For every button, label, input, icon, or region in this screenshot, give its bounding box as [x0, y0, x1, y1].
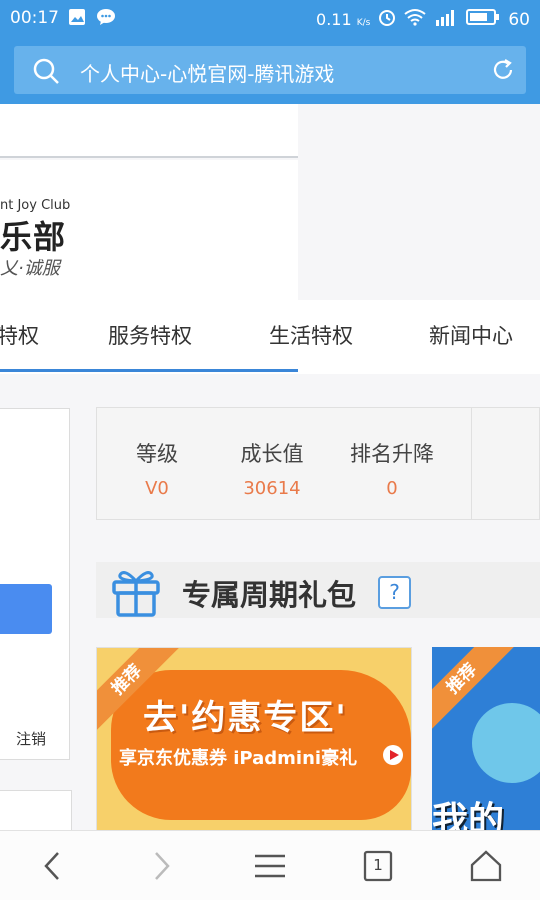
browser-toolbar: 1 — [0, 830, 540, 900]
tab-news-center[interactable]: 新闻中心 — [429, 320, 513, 350]
wifi-icon — [404, 8, 426, 31]
tab-life-privilege[interactable]: 生活特权 — [269, 320, 353, 350]
address-bar[interactable]: 个人中心-心悦官网-腾讯游戏 — [14, 46, 526, 94]
network-speed: 0.11 K/s — [316, 10, 371, 29]
battery-level: 60 — [508, 9, 530, 30]
stat-level: 等级 V0 — [97, 438, 217, 499]
logout-link[interactable]: 注销 — [16, 728, 46, 749]
status-bar: 00:17 0.11 K/s 60 — [0, 0, 540, 36]
promo-banner-2[interactable]: 推荐 我的 — [432, 647, 540, 830]
stat-value: 30614 — [243, 478, 301, 499]
nav-active-indicator — [0, 369, 298, 372]
banner-title: 去'约惠专区' — [143, 698, 348, 738]
tab-count: 1 — [373, 856, 383, 874]
header-strip — [0, 104, 298, 158]
back-icon[interactable] — [36, 849, 72, 883]
alarm-icon — [378, 8, 396, 31]
play-icon — [383, 745, 403, 765]
tabs-button[interactable]: 1 — [360, 849, 396, 883]
user-action-button[interactable] — [0, 584, 52, 634]
logo-english-text: nt Joy Club — [0, 198, 71, 213]
stat-value: V0 — [145, 478, 169, 499]
gift-icon — [108, 564, 164, 622]
help-button[interactable]: ? — [378, 576, 411, 609]
banner-subtitle: 享京东优惠券 iPadmini豪礼 — [119, 748, 358, 769]
club-logo[interactable]: nt Joy Club 乐部 乂·诚服 — [0, 160, 298, 300]
home-icon[interactable] — [468, 849, 504, 883]
stat-label: 成长值 — [240, 442, 304, 466]
side-panel — [0, 790, 72, 830]
tab-privilege[interactable]: 特权 — [0, 320, 39, 350]
menu-icon[interactable] — [252, 849, 288, 883]
gift-section-header: 专属周期礼包 ? — [96, 562, 540, 618]
stat-growth: 成长值 30614 — [212, 438, 332, 499]
nav-bar: 特权 服务特权 生活特权 新闻中心 — [0, 300, 540, 374]
chat-icon — [96, 8, 115, 26]
status-time: 00:17 — [10, 8, 59, 28]
logo-chinese-text: 乐部 — [0, 218, 67, 256]
promo-banner-coupon[interactable]: 推荐 去'约惠专区' 享京东优惠券 iPadmini豪礼 — [96, 647, 412, 830]
gift-section-title: 专属周期礼包 — [182, 578, 357, 612]
refresh-icon[interactable] — [490, 57, 516, 87]
search-icon[interactable] — [32, 57, 60, 89]
gallery-icon — [68, 8, 86, 26]
fan-graphic — [472, 703, 540, 783]
address-bar-area: 个人中心-心悦官网-腾讯游戏 — [0, 36, 540, 104]
stat-label: 排名升降 — [350, 442, 434, 466]
stat-value: 0 — [386, 478, 398, 499]
battery-icon — [466, 9, 500, 30]
stats-divider — [471, 408, 472, 519]
logo-slogan: 乂·诚服 — [0, 258, 60, 279]
stat-rank-change: 排名升降 0 — [327, 438, 457, 499]
forward-icon[interactable] — [144, 849, 180, 883]
web-content: nt Joy Club 乐部 乂·诚服 特权 服务特权 生活特权 新闻中心 注销… — [0, 104, 540, 830]
tab-service-privilege[interactable]: 服务特权 — [108, 320, 192, 350]
signal-icon — [434, 8, 458, 31]
banner-title: 我的 — [432, 800, 505, 830]
page-title[interactable]: 个人中心-心悦官网-腾讯游戏 — [80, 58, 334, 87]
member-stats: 等级 V0 成长值 30614 排名升降 0 — [96, 407, 540, 520]
stat-label: 等级 — [136, 442, 178, 466]
